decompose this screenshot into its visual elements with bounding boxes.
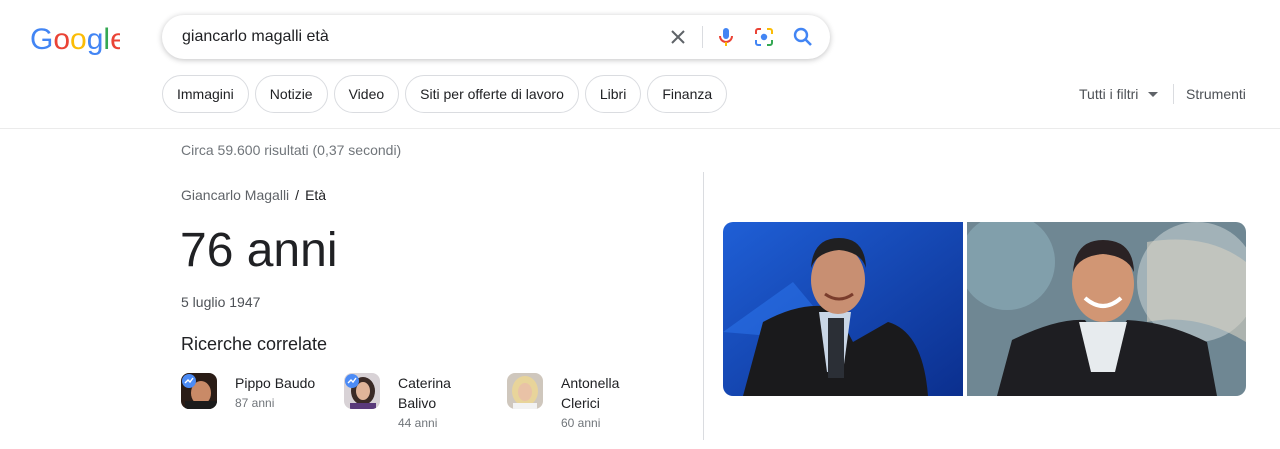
related-name: Caterina Balivo <box>398 375 451 411</box>
filter-chips: Immagini Notizie Video Siti per offerte … <box>162 75 728 113</box>
all-filters-label: Tutti i filtri <box>1079 86 1139 102</box>
logo-letter-o1: o <box>53 23 70 56</box>
column-divider <box>703 172 704 440</box>
search-box[interactable] <box>162 15 830 59</box>
person-photo[interactable] <box>967 222 1246 396</box>
related-age: 44 anni <box>398 416 438 430</box>
chip-jobs[interactable]: Siti per offerte di lavoro <box>405 75 579 113</box>
logo-letter-l: l <box>103 23 110 56</box>
related-searches-heading: Ricerche correlate <box>181 334 328 354</box>
breadcrumb-parent[interactable]: Giancarlo Magalli <box>181 187 289 203</box>
person-photo[interactable] <box>723 222 963 396</box>
breadcrumb: Giancarlo Magalli / Età <box>181 187 326 203</box>
search-icon[interactable] <box>791 25 815 49</box>
logo-letter-g: G <box>30 23 53 56</box>
search-divider <box>702 26 703 48</box>
related-item[interactable]: Pippo Baudo 87 anni <box>181 373 345 413</box>
header-divider <box>0 128 1280 129</box>
breadcrumb-current: Età <box>305 187 327 203</box>
chip-images[interactable]: Immagini <box>162 75 249 113</box>
chip-finance[interactable]: Finanza <box>647 75 728 113</box>
chip-books[interactable]: Libri <box>584 75 642 113</box>
logo-letter-e: e <box>110 23 120 56</box>
avatar <box>181 373 217 409</box>
avatar <box>344 373 380 409</box>
image-panel[interactable] <box>723 222 1246 396</box>
all-filters-button[interactable]: Tutti i filtri <box>1079 86 1159 102</box>
related-age: 60 anni <box>561 416 601 430</box>
logo-letter-g2: g <box>87 23 104 56</box>
avatar <box>507 373 543 409</box>
related-item[interactable]: Antonella Clerici 60 anni <box>507 373 631 433</box>
toolbar-divider <box>1173 84 1174 104</box>
chip-news[interactable]: Notizie <box>254 75 328 113</box>
search-input[interactable] <box>182 15 652 59</box>
logo-letter-o2: o <box>70 23 87 56</box>
chip-video[interactable]: Video <box>333 75 400 113</box>
breadcrumb-separator: / <box>295 187 300 203</box>
clear-icon[interactable] <box>666 25 690 49</box>
result-stats: Circa 59.600 risultati (0,37 secondi) <box>181 142 402 158</box>
age-answer: 76 anni <box>180 224 338 277</box>
google-logo[interactable]: Google <box>30 22 120 56</box>
lens-icon[interactable] <box>752 25 776 49</box>
related-age: 87 anni <box>235 396 275 410</box>
dropdown-arrow-icon <box>1148 91 1159 97</box>
mic-icon[interactable] <box>714 25 738 49</box>
related-name: Antonella Clerici <box>561 375 620 411</box>
related-item[interactable]: Caterina Balivo 44 anni <box>344 373 468 433</box>
svg-text:Google: Google <box>30 23 120 56</box>
birth-date: 5 luglio 1947 <box>181 294 261 310</box>
tools-button[interactable]: Strumenti <box>1186 86 1246 102</box>
related-name: Pippo Baudo <box>235 375 316 391</box>
